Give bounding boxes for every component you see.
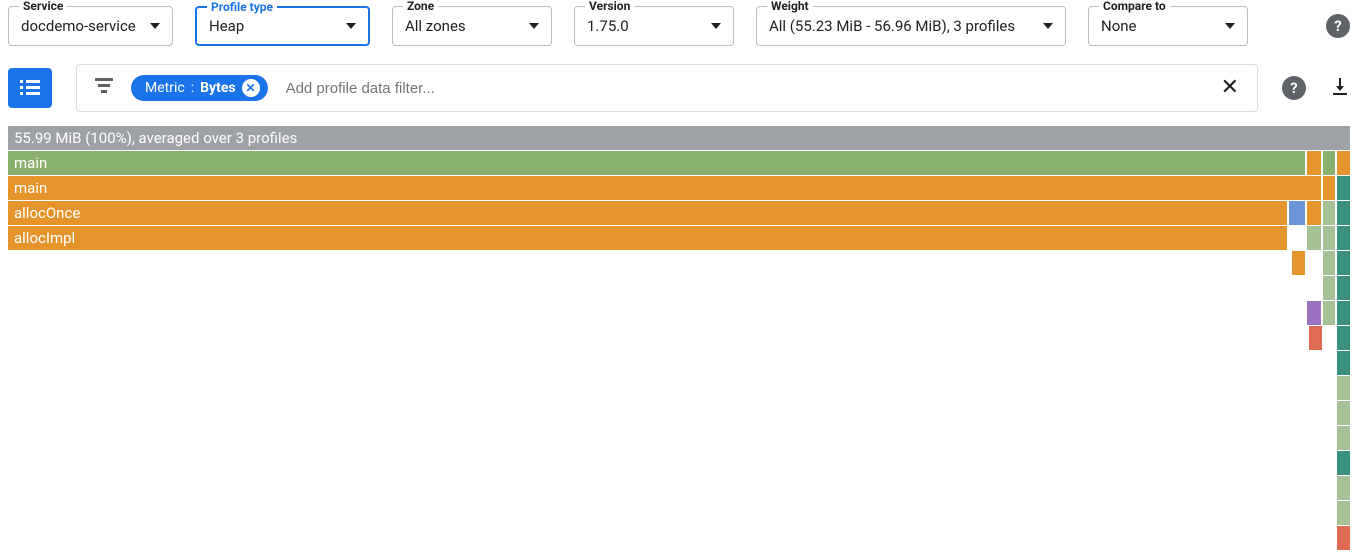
- flame-frame[interactable]: [1337, 526, 1350, 550]
- compare-value: None: [1101, 17, 1137, 35]
- compare-label: Compare to: [1099, 0, 1170, 13]
- filter-input[interactable]: [286, 80, 1203, 97]
- flame-row-15: [8, 501, 1350, 525]
- weight-value: All (55.23 MiB - 56.96 MiB), 3 profiles: [769, 17, 1015, 35]
- flame-frame[interactable]: [1323, 201, 1335, 225]
- flame-frame[interactable]: [1337, 201, 1350, 225]
- flame-row-11: [8, 401, 1350, 425]
- service-select[interactable]: Service docdemo-service: [8, 6, 173, 46]
- toolbar-help-icon[interactable]: ?: [1282, 76, 1306, 100]
- flame-frame[interactable]: allocImpl: [8, 226, 1287, 250]
- metric-chip-prefix: Metric: [145, 80, 185, 96]
- clear-filter-icon[interactable]: ✕: [1221, 77, 1239, 99]
- chip-remove-icon[interactable]: ✕: [242, 79, 260, 97]
- flame-frame[interactable]: [1337, 226, 1350, 250]
- flame-frame[interactable]: [1337, 251, 1350, 275]
- flame-frame[interactable]: [1337, 476, 1350, 500]
- flame-row-7: [8, 301, 1350, 325]
- filter-box: Metric : Bytes ✕ ✕: [76, 64, 1258, 112]
- flame-frame[interactable]: [1323, 276, 1335, 300]
- flame-frame[interactable]: [1337, 276, 1350, 300]
- profile-type-select[interactable]: Profile type Heap: [195, 6, 370, 46]
- zone-value: All zones: [405, 17, 466, 35]
- flame-frame[interactable]: [1337, 401, 1350, 425]
- flame-frame[interactable]: [1323, 226, 1335, 250]
- flame-frame[interactable]: [1337, 151, 1350, 175]
- flame-frame[interactable]: main: [8, 151, 1305, 175]
- flame-row-13: [8, 451, 1350, 475]
- flame-row-8: [8, 326, 1350, 350]
- help-icon[interactable]: ?: [1326, 14, 1350, 38]
- flame-frame[interactable]: [1323, 251, 1335, 275]
- list-icon: [20, 80, 40, 96]
- flame-frame[interactable]: [1309, 326, 1322, 350]
- flame-frame[interactable]: [1289, 201, 1305, 225]
- chevron-down-icon: [346, 23, 356, 29]
- flame-frame-root[interactable]: 55.99 MiB (100%), averaged over 3 profil…: [8, 126, 1350, 150]
- profile-type-label: Profile type: [207, 0, 277, 14]
- flame-row-2: main: [8, 176, 1350, 200]
- flame-frame[interactable]: [1307, 301, 1320, 325]
- service-label: Service: [19, 0, 67, 13]
- flame-row-4: allocImpl: [8, 226, 1350, 250]
- metric-chip[interactable]: Metric : Bytes ✕: [131, 75, 268, 101]
- flame-row-root: 55.99 MiB (100%), averaged over 3 profil…: [8, 126, 1350, 150]
- flame-frame[interactable]: [1337, 326, 1350, 350]
- chevron-down-icon: [711, 23, 721, 29]
- list-view-button[interactable]: [8, 68, 52, 108]
- flame-row-5: [8, 251, 1350, 275]
- flame-frame[interactable]: [1337, 426, 1350, 450]
- weight-label: Weight: [767, 0, 813, 13]
- metric-chip-sep: :: [191, 80, 194, 96]
- metric-chip-value: Bytes: [200, 80, 235, 96]
- weight-select[interactable]: Weight All (55.23 MiB - 56.96 MiB), 3 pr…: [756, 6, 1066, 46]
- flame-row-1: main: [8, 151, 1350, 175]
- filter-icon[interactable]: [95, 78, 113, 98]
- flame-frame[interactable]: allocOnce: [8, 201, 1287, 225]
- profile-type-value: Heap: [209, 17, 244, 35]
- flame-row-3: allocOnce: [8, 201, 1350, 225]
- flame-row-14: [8, 476, 1350, 500]
- flame-frame-label: allocImpl: [14, 229, 75, 247]
- zone-label: Zone: [403, 0, 438, 13]
- flame-frame-label: main: [14, 154, 47, 172]
- download-icon[interactable]: [1330, 76, 1350, 100]
- chevron-down-icon: [1225, 23, 1235, 29]
- version-label: Version: [585, 0, 634, 13]
- flame-graph: 55.99 MiB (100%), averaged over 3 profil…: [8, 126, 1350, 550]
- version-select[interactable]: Version 1.75.0: [574, 6, 734, 46]
- flame-frame[interactable]: [1337, 176, 1350, 200]
- service-value: docdemo-service: [21, 17, 136, 35]
- flame-row-9: [8, 351, 1350, 375]
- zone-select[interactable]: Zone All zones: [392, 6, 552, 46]
- flame-row-12: [8, 426, 1350, 450]
- toolbar: Metric : Bytes ✕ ✕ ?: [8, 64, 1350, 112]
- flame-row-6: [8, 276, 1350, 300]
- flame-row-10: [8, 376, 1350, 400]
- chevron-down-icon: [1043, 23, 1053, 29]
- flame-frame[interactable]: [1307, 201, 1320, 225]
- flame-frame[interactable]: [1337, 451, 1350, 475]
- filters-bar: Service docdemo-service Profile type Hea…: [8, 6, 1350, 46]
- flame-frame[interactable]: main: [8, 176, 1321, 200]
- flame-frame[interactable]: [1323, 151, 1335, 175]
- flame-row-16: [8, 526, 1350, 550]
- flame-frame[interactable]: [1337, 376, 1350, 400]
- compare-select[interactable]: Compare to None: [1088, 6, 1248, 46]
- chevron-down-icon: [529, 23, 539, 29]
- chevron-down-icon: [150, 23, 160, 29]
- flame-frame[interactable]: [1337, 501, 1350, 525]
- flame-frame-label: main: [14, 179, 47, 197]
- flame-frame[interactable]: [1323, 176, 1335, 200]
- version-value: 1.75.0: [587, 17, 629, 35]
- flame-frame[interactable]: [1292, 251, 1305, 275]
- flame-frame[interactable]: [1337, 351, 1350, 375]
- flame-frame-label: allocOnce: [14, 204, 80, 222]
- flame-frame[interactable]: [1337, 301, 1350, 325]
- flame-root-label: 55.99 MiB (100%), averaged over 3 profil…: [14, 129, 297, 147]
- flame-frame[interactable]: [1307, 226, 1320, 250]
- flame-frame[interactable]: [1323, 301, 1335, 325]
- flame-frame[interactable]: [1307, 151, 1320, 175]
